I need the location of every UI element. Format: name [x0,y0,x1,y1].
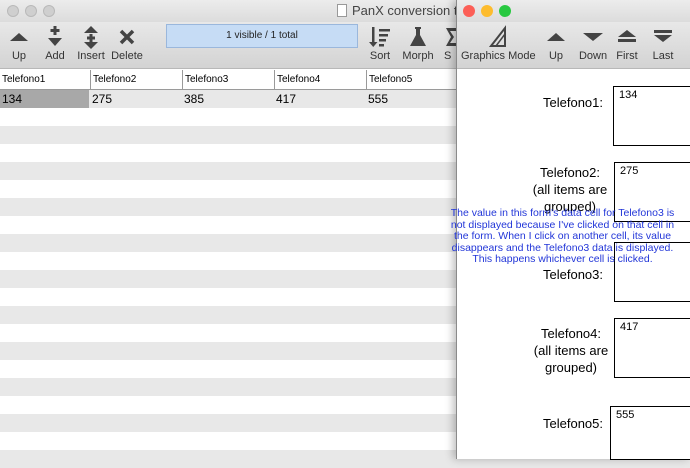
column-header-telefono4[interactable]: Telefono4 [274,70,366,89]
telefono1-label: Telefono1: [543,95,603,110]
form-toolbar: Graphics Mode Up Down First Last [457,22,690,69]
form-window-titlebar[interactable] [457,0,690,22]
telefono4-field[interactable]: 417 [614,318,690,378]
sort-icon [369,27,390,47]
table-cell-telefono3[interactable]: 385 [182,90,274,108]
summary-button[interactable]: S [444,24,456,68]
up-label: Up [11,50,27,62]
add-record-icon [48,26,62,46]
x-icon [119,29,135,45]
record-count-status: 1 visible / 1 total [166,24,358,48]
form-minimize-button[interactable] [481,5,493,17]
form-close-button[interactable] [463,5,475,17]
telefono5-field[interactable]: 555 [610,406,690,460]
close-button[interactable] [7,5,19,17]
form-zoom-button[interactable] [499,5,511,17]
first-record-icon [618,30,636,42]
insert-button[interactable]: Insert [76,24,106,68]
column-header-telefono1[interactable]: Telefono1 [0,70,90,89]
sort-label: Sort [369,50,391,62]
summary-label: S [444,50,452,62]
minimize-button[interactable] [25,5,37,17]
telefono2-label: Telefono2: [540,165,600,180]
telefono3-label: Telefono3: [543,267,603,282]
triangle-up-icon [10,33,28,41]
sort-button[interactable]: Sort [367,24,393,68]
form-up-button[interactable]: Up [543,24,569,68]
column-header-telefono5[interactable]: Telefono5 [366,70,458,89]
telefono4-label: Telefono4: [541,326,601,341]
summary-icon [446,28,456,46]
delete-label: Delete [111,50,143,62]
annotation-note: The value in this form's data cell for T… [450,207,675,265]
form-down-button[interactable]: Down [577,24,609,68]
telefono5-label: Telefono5: [543,416,603,431]
form-up-label: Up [548,50,564,62]
table-cell-telefono2[interactable]: 275 [90,90,182,108]
up-button[interactable]: Up [6,24,32,68]
triangle-down-icon [583,33,603,41]
column-header-telefono3[interactable]: Telefono3 [182,70,274,89]
graphics-mode-label: Graphics Mode [461,50,536,62]
last-record-icon [654,30,672,42]
window-title: PanX conversion te [352,3,465,18]
document-icon [337,4,347,17]
form-down-label: Down [578,50,608,62]
zoom-button[interactable] [43,5,55,17]
insert-record-icon [84,26,98,49]
morph-label: Morph [402,50,434,62]
telefono4-note: (all items are grouped) [533,343,609,375]
morph-button[interactable]: Morph [400,24,436,68]
form-last-label: Last [652,50,674,62]
graphics-mode-button[interactable]: Graphics Mode [461,24,536,68]
form-last-button[interactable]: Last [650,24,676,68]
form-first-button[interactable]: First [614,24,640,68]
graphics-mode-icon [488,25,506,47]
delete-button[interactable]: Delete [111,24,143,68]
add-button[interactable]: Add [42,24,68,68]
table-cell-telefono5[interactable]: 555 [366,90,458,108]
telefono1-field[interactable]: 134 [613,86,690,146]
insert-label: Insert [77,50,105,62]
table-cell-telefono4[interactable]: 417 [274,90,366,108]
form-first-label: First [616,50,638,62]
flask-icon [410,27,426,46]
add-label: Add [45,50,65,62]
table-cell-telefono1[interactable]: 134 [0,90,89,108]
column-header-telefono2[interactable]: Telefono2 [90,70,182,89]
triangle-up-icon [547,33,565,41]
